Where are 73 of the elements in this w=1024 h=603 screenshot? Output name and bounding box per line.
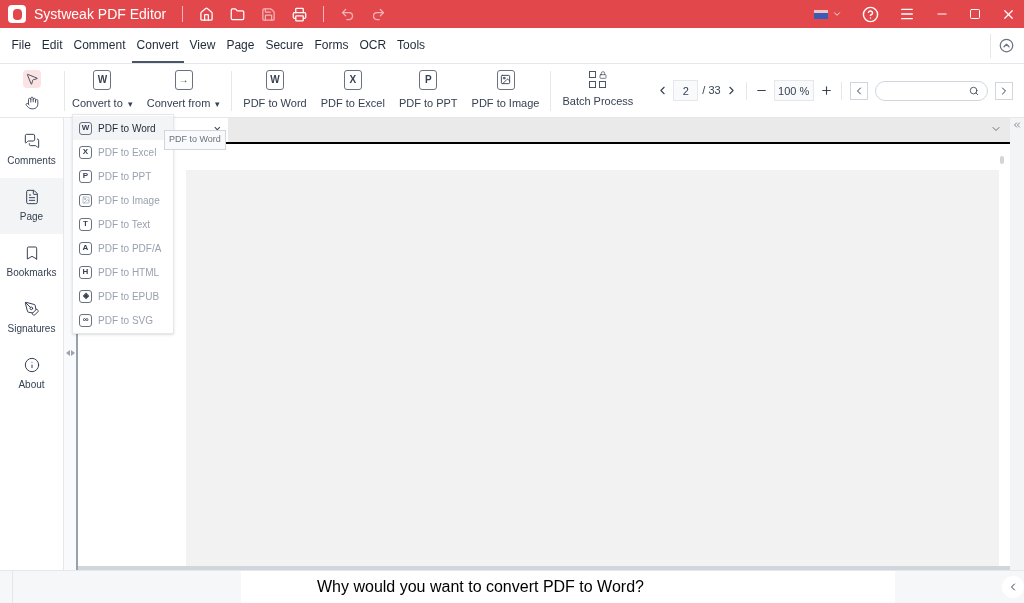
- menu-tab[interactable]: Tools: [392, 28, 431, 63]
- file-type-icon: ◈: [79, 289, 92, 303]
- sidebar-item[interactable]: About: [0, 346, 63, 402]
- scrollbar-thumb[interactable]: [1000, 156, 1004, 164]
- toolbar-button[interactable]: → Convert from ▾: [139, 69, 228, 112]
- search-icon[interactable]: [968, 85, 979, 96]
- toolbar-button[interactable]: X PDF to Excel: [313, 69, 392, 112]
- menu-tab[interactable]: Page: [221, 28, 260, 63]
- menu-tab[interactable]: Convert: [131, 28, 184, 63]
- menu-icon[interactable]: [899, 6, 915, 22]
- page-total: / 33: [702, 83, 721, 99]
- collapse-ribbon-icon[interactable]: [999, 38, 1014, 53]
- menu-tab[interactable]: OCR: [354, 28, 392, 63]
- batch-grid-icon: [589, 71, 607, 89]
- maximize-icon[interactable]: [969, 8, 981, 20]
- dropdown-item[interactable]: ◈ PDF to EPUB: [73, 284, 173, 308]
- zoom-in-icon[interactable]: [819, 84, 833, 97]
- zoom-field[interactable]: 100 %: [773, 80, 814, 101]
- menu-tab[interactable]: Edit: [36, 28, 68, 63]
- file-type-icon: →: [174, 69, 193, 90]
- file-type-icon: H: [79, 265, 92, 279]
- dropdown-item[interactable]: T PDF to Text: [73, 212, 173, 236]
- menu-tab[interactable]: View: [184, 28, 221, 63]
- file-type-icon: W: [79, 121, 92, 135]
- menu-tab[interactable]: Forms: [309, 28, 354, 63]
- sidebar-item[interactable]: Bookmarks: [0, 234, 63, 290]
- sidebar-item[interactable]: Signatures: [0, 290, 63, 346]
- page-number-field[interactable]: 2: [673, 80, 699, 101]
- flag-icon[interactable]: [814, 9, 842, 19]
- file-type-icon: P: [79, 169, 92, 183]
- resize-handle-icon[interactable]: [65, 350, 75, 356]
- document-icon: [23, 188, 40, 205]
- file-type-icon: W: [93, 69, 112, 90]
- home-icon[interactable]: [199, 6, 215, 22]
- folder-icon[interactable]: [230, 6, 246, 22]
- toolbar-button[interactable]: Batch Process: [555, 71, 641, 110]
- menu-tab[interactable]: Secure: [260, 28, 309, 63]
- help-icon[interactable]: [862, 5, 879, 23]
- dropdown-item[interactable]: ∞ PDF to SVG: [73, 308, 173, 332]
- sidebar-item[interactable]: Comments: [0, 122, 63, 178]
- next-result-button[interactable]: [994, 81, 1013, 100]
- tooltip: PDF to Word: [164, 130, 226, 150]
- select-tool-icon[interactable]: [23, 69, 41, 88]
- file-type-icon: W: [266, 69, 284, 90]
- image-file-icon: [79, 193, 92, 207]
- menu-tab[interactable]: Comment: [68, 28, 131, 63]
- window-title: Systweak PDF Editor: [34, 4, 167, 24]
- info-icon: [23, 356, 40, 373]
- file-type-icon: X: [343, 69, 362, 90]
- menu-tab[interactable]: File: [6, 28, 36, 63]
- previous-result-button[interactable]: [849, 81, 868, 100]
- dropdown-item[interactable]: H PDF to HTML: [73, 260, 173, 284]
- undo-icon[interactable]: [340, 6, 356, 22]
- file-type-icon: T: [79, 217, 92, 231]
- toolbar-button[interactable]: P PDF to PPT: [391, 69, 465, 112]
- sidebar-item[interactable]: Page: [0, 178, 63, 234]
- pen-icon: [23, 300, 40, 317]
- file-type-icon: A: [79, 241, 92, 255]
- toolbar-button[interactable]: PDF to Image: [464, 69, 547, 112]
- speech-bubbles-icon: [23, 132, 40, 149]
- dropdown-item[interactable]: A PDF to PDF/A: [73, 236, 173, 260]
- file-type-icon: ∞: [79, 313, 92, 327]
- save-icon[interactable]: [261, 6, 277, 22]
- toolbar-button[interactable]: W PDF to Word: [236, 69, 314, 112]
- background-heading: Why would you want to convert PDF to Word?: [317, 577, 644, 597]
- app-logo-icon: [8, 5, 26, 23]
- file-type-icon: P: [419, 69, 438, 90]
- redo-icon[interactable]: [371, 6, 387, 22]
- print-icon[interactable]: [292, 6, 308, 22]
- dropdown-item[interactable]: P PDF to PPT: [73, 164, 173, 188]
- image-file-icon: [496, 69, 515, 90]
- toolbar-button[interactable]: W Convert to ▾: [65, 69, 140, 112]
- file-type-icon: X: [79, 145, 92, 159]
